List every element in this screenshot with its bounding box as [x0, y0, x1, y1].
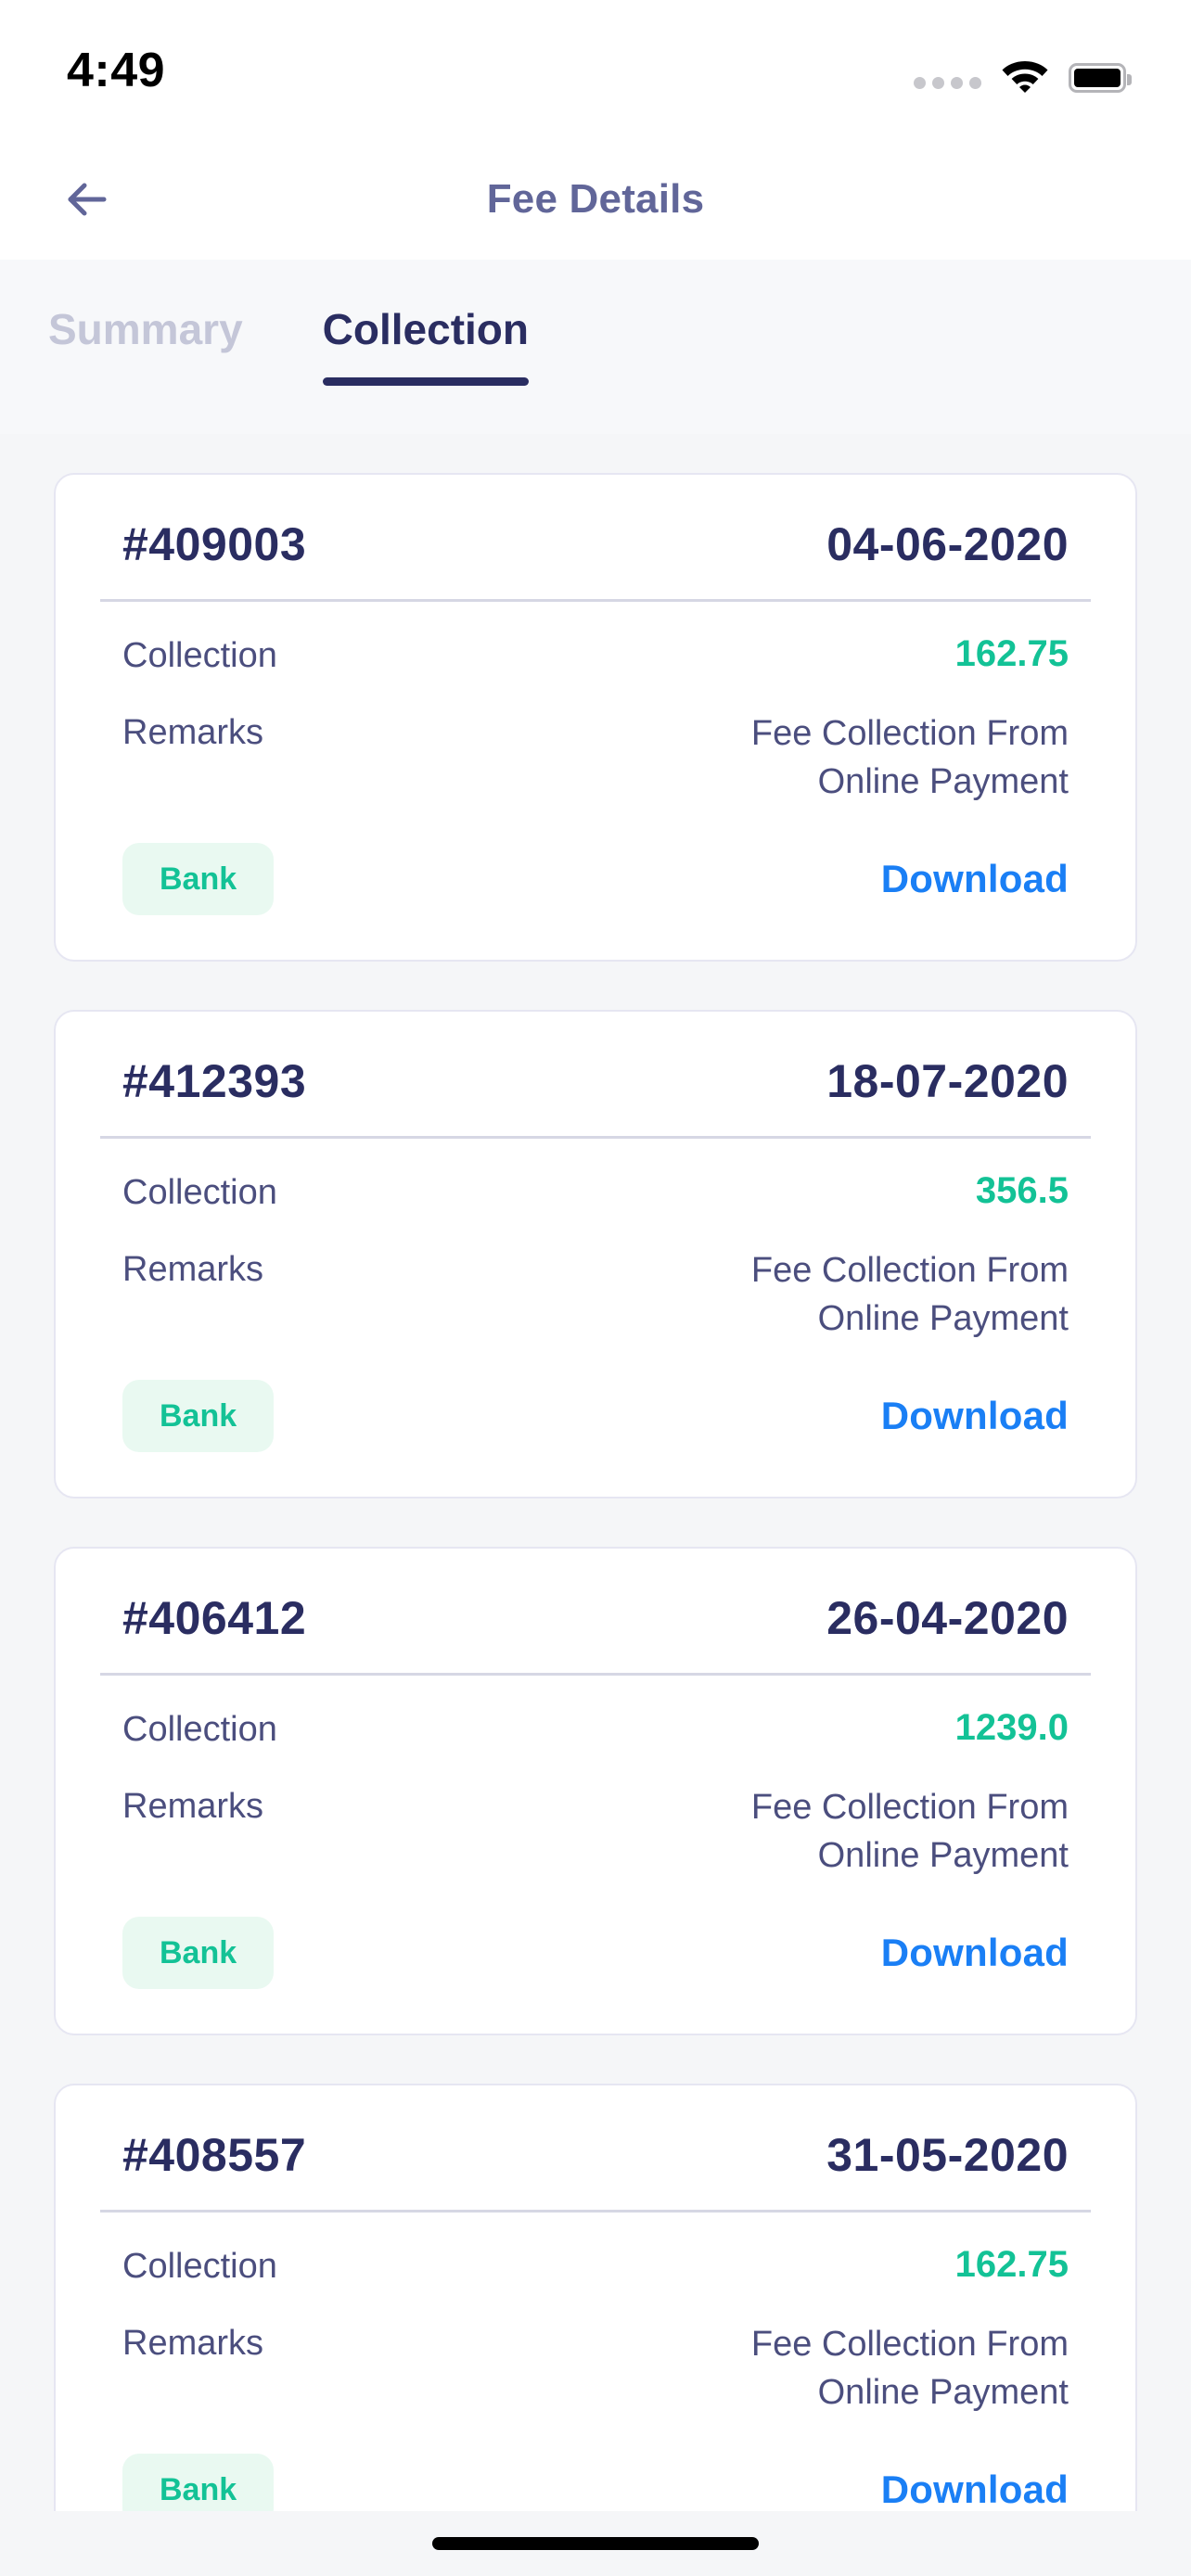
remarks-label: Remarks — [122, 713, 264, 753]
collection-card[interactable]: #406412 26-04-2020 Collection 1239.0 Rem… — [54, 1546, 1137, 2035]
collection-card[interactable]: #408557 31-05-2020 Collection 162.75 Rem… — [54, 2083, 1137, 2572]
receipt-number: #412393 — [122, 1054, 307, 1107]
collection-label: Collection — [122, 636, 277, 675]
download-button[interactable]: Download — [881, 857, 1069, 901]
card-footer: Bank Download — [100, 1880, 1091, 1996]
payment-mode-badge: Bank — [122, 1379, 275, 1452]
collection-list[interactable]: #409003 04-06-2020 Collection 162.75 Rem… — [0, 434, 1191, 2576]
collection-amount: 356.5 — [975, 1169, 1069, 1211]
download-button[interactable]: Download — [881, 2468, 1069, 2512]
receipt-date: 18-07-2020 — [826, 1054, 1069, 1107]
home-indicator[interactable] — [432, 2537, 759, 2550]
receipt-date: 26-04-2020 — [826, 1591, 1069, 1644]
remarks-row: Remarks Fee Collection From Online Payme… — [100, 679, 1091, 806]
collection-row: Collection 1239.0 — [100, 1676, 1091, 1753]
collection-amount: 162.75 — [954, 633, 1069, 674]
remarks-value: Fee Collection From Online Payment — [750, 1251, 1069, 1338]
wifi-icon — [1000, 56, 1050, 93]
status-bar-icons — [914, 46, 1132, 93]
status-bar-time: 4:49 — [67, 44, 166, 97]
tab-collection-label: Collection — [322, 305, 529, 353]
remarks-row: Remarks Fee Collection From Online Payme… — [100, 1753, 1091, 1880]
collection-label: Collection — [122, 1709, 277, 1749]
remarks-value: Fee Collection From Online Payment — [750, 1788, 1069, 1875]
cellular-dots-icon — [914, 77, 981, 93]
tab-active-indicator — [322, 377, 529, 386]
tab-bar: Summary Collection — [0, 260, 1191, 434]
remarks-label: Remarks — [122, 1250, 264, 1290]
receipt-number: #406412 — [122, 1591, 307, 1644]
tab-summary-label: Summary — [48, 305, 243, 353]
receipt-number: #409003 — [122, 518, 307, 570]
receipt-number: #408557 — [122, 2128, 307, 2181]
status-bar: 4:49 — [0, 0, 1191, 139]
receipt-date: 04-06-2020 — [826, 518, 1069, 570]
collection-row: Collection 162.75 — [100, 602, 1091, 679]
card-footer: Bank Download — [100, 1343, 1091, 1460]
remarks-value: Fee Collection From Online Payment — [750, 2325, 1069, 2412]
card-header: #406412 26-04-2020 — [100, 1591, 1091, 1676]
payment-mode-badge: Bank — [122, 1916, 275, 1989]
collection-label: Collection — [122, 1172, 277, 1212]
remarks-value: Fee Collection From Online Payment — [750, 714, 1069, 801]
back-button[interactable] — [54, 167, 119, 232]
tab-summary[interactable]: Summary — [48, 304, 243, 386]
collection-amount: 1239.0 — [954, 1706, 1069, 1748]
remarks-label: Remarks — [122, 2324, 264, 2364]
page-title: Fee Details — [486, 176, 705, 222]
collection-row: Collection 162.75 — [100, 2213, 1091, 2289]
tab-collection[interactable]: Collection — [322, 304, 529, 386]
phone-screen: 4:49 Fee Details Summary Collection #409… — [0, 0, 1191, 2576]
remarks-row: Remarks Fee Collection From Online Payme… — [100, 2289, 1091, 2417]
battery-full-icon — [1069, 63, 1132, 93]
payment-mode-badge: Bank — [122, 842, 275, 915]
collection-label: Collection — [122, 2246, 277, 2286]
back-arrow-icon — [63, 176, 109, 223]
card-header: #408557 31-05-2020 — [100, 2128, 1091, 2213]
collection-card[interactable]: #412393 18-07-2020 Collection 356.5 Rema… — [54, 1009, 1137, 1498]
collection-card[interactable]: #409003 04-06-2020 Collection 162.75 Rem… — [54, 473, 1137, 962]
card-header: #409003 04-06-2020 — [100, 517, 1091, 602]
collection-amount: 162.75 — [954, 2243, 1069, 2285]
remarks-row: Remarks Fee Collection From Online Payme… — [100, 1216, 1091, 1343]
download-button[interactable]: Download — [881, 1931, 1069, 1975]
home-indicator-area — [0, 2511, 1191, 2576]
download-button[interactable]: Download — [881, 1394, 1069, 1438]
card-footer: Bank Download — [100, 806, 1091, 923]
card-header: #412393 18-07-2020 — [100, 1054, 1091, 1139]
receipt-date: 31-05-2020 — [826, 2128, 1069, 2181]
remarks-label: Remarks — [122, 1787, 264, 1827]
collection-row: Collection 356.5 — [100, 1139, 1091, 1216]
nav-header: Fee Details — [0, 139, 1191, 260]
